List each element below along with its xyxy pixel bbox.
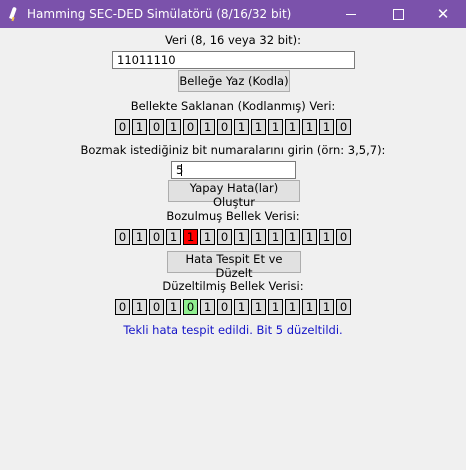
encode-button[interactable]: Belleğe Yaz (Kodla) [178,70,290,92]
bit-cell: 0 [115,229,130,245]
bit-cell: 1 [319,299,334,315]
bit-cell: 1 [234,119,249,135]
bit-cell: 0 [336,119,351,135]
bit-cell: 1 [132,299,147,315]
bit-cell: 1 [285,229,300,245]
detect-correct-button[interactable]: Hata Tespit Et ve Düzelt [167,251,301,280]
data-input-label: Veri (8, 16 veya 32 bit): [164,33,302,47]
bit-cell: 1 [234,299,249,315]
bit-cell: 0 [336,299,351,315]
bit-cell: 0 [149,299,164,315]
bit-cell: 0 [217,299,232,315]
bit-cell: 1 [268,229,283,245]
bit-cell: 1 [251,119,266,135]
bit-cell: 1 [268,299,283,315]
bit-cell: 1 [302,299,317,315]
close-button[interactable]: ✕ [420,0,466,28]
bit-cell: 1 [132,119,147,135]
bit-cell: 1 [200,299,215,315]
corrupt-bits-field[interactable] [171,161,296,179]
bit-cell: 1 [251,229,266,245]
bit-cell: 1 [319,119,334,135]
bit-cell: 0 [183,299,198,315]
bit-cell: 0 [217,119,232,135]
close-icon: ✕ [436,4,450,23]
maximize-icon [392,8,404,20]
maximize-button[interactable] [375,0,421,28]
bit-cell: 1 [166,299,181,315]
text-caret [181,164,182,176]
bit-cell: 0 [115,299,130,315]
bit-cell: 1 [302,119,317,135]
bit-cell: 0 [115,119,130,135]
bit-cell: 1 [200,229,215,245]
bit-cell: 1 [251,299,266,315]
stored-bits-row: 01010101111110 [0,119,466,135]
bit-cell: 1 [319,229,334,245]
bit-cell: 1 [268,119,283,135]
stored-data-label: Bellekte Saklanan (Kodlanmış) Veri: [130,99,336,113]
bit-cell: 0 [149,229,164,245]
bit-cell: 0 [149,119,164,135]
corrupted-data-label: Bozulmuş Bellek Verisi: [166,209,300,223]
bit-cell: 1 [200,119,215,135]
bit-cell: 1 [302,229,317,245]
status-message: Tekli hata tespit edildi. Bit 5 düzeltil… [123,323,343,337]
minimize-button[interactable] [328,0,374,28]
feather-icon [8,7,18,21]
bit-cell: 0 [217,229,232,245]
corrupt-bits-label: Bozmak istediğiniz bit numaralarını giri… [80,143,386,157]
bit-cell: 1 [166,119,181,135]
title-bar: Hamming SEC-DED Simülatörü (8/16/32 bit)… [0,0,466,28]
inject-error-button[interactable]: Yapay Hata(lar) Oluştur [168,180,300,209]
corrected-data-label: Düzeltilmiş Bellek Verisi: [162,279,304,293]
minimize-icon [346,13,356,15]
bit-cell: 0 [336,229,351,245]
bit-cell: 1 [285,299,300,315]
data-input-field[interactable] [112,51,355,69]
bit-cell: 0 [183,119,198,135]
bit-cell: 1 [183,229,198,245]
bit-cell: 1 [234,229,249,245]
bit-cell: 1 [285,119,300,135]
window-title: Hamming SEC-DED Simülatörü (8/16/32 bit) [27,7,292,21]
corrupted-bits-row: 01011101111110 [0,229,466,245]
bit-cell: 1 [166,229,181,245]
bit-cell: 1 [132,229,147,245]
corrected-bits-row: 01010101111110 [0,299,466,315]
